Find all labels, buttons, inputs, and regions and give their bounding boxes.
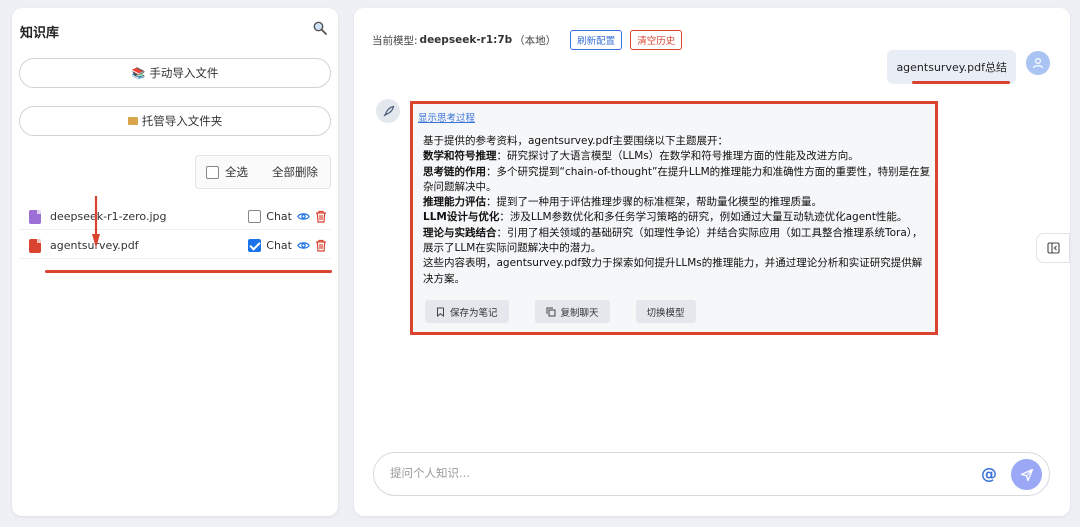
pdf-file-icon [29,238,41,253]
answer-conclusion: 这些内容表明，agentsurvey.pdf致力于探索如何提升LLMs的推理能力… [423,257,923,285]
answer-item: 理论与实践结合：引用了相关领域的基础研究（如理性争论）并结合实际应用（如工具整合… [423,226,923,255]
annotation-underline [45,270,332,273]
chat-checkbox[interactable] [248,210,262,223]
chat-input-bar: @ [373,452,1050,496]
knowledge-base-title: 知识库 [20,26,60,41]
file-name: agentsurvey.pdf [50,239,139,252]
annotation-underline [912,81,1010,84]
import-folder-button[interactable]: 托管导入文件夹 [19,106,331,136]
file-row[interactable]: agentsurvey.pdf Chat [19,233,331,259]
model-info: 当前模型: deepseek-r1:7b （本地） 刷新配置 清空历史 [372,30,683,50]
show-thinking-link[interactable]: 显示思考过程 [418,110,475,124]
import-files-button[interactable]: 📚 手动导入文件 [19,58,331,88]
model-suffix: （本地） [514,34,557,47]
select-all-label[interactable]: 全选 [225,164,248,180]
sidebar-toggle-icon [1046,242,1060,254]
chat-label: Chat [266,239,292,252]
collapse-panel-button[interactable] [1036,233,1070,263]
books-icon: 📚 [131,66,146,80]
mention-button[interactable]: @ [981,464,997,483]
answer-text: 基于提供的参考资料，agentsurvey.pdf主要围绕以下主题展开： 数学和… [423,134,931,287]
select-all-checkbox[interactable] [206,165,219,179]
delete-all-button[interactable]: 全部删除 [272,164,318,180]
refresh-config-button[interactable]: 刷新配置 [570,30,623,50]
bulk-actions: 全选 全部删除 [195,155,331,189]
answer-item: 数学和符号推理：研究探讨了大语言模型（LLMs）在数学和符号推理方面的性能及改进… [423,150,859,163]
import-files-label: 手动导入文件 [149,66,219,80]
copy-chat-button[interactable]: 复制聊天 [534,300,610,323]
eye-icon[interactable] [297,210,310,223]
image-file-icon [29,209,41,224]
answer-item: LLM设计与优化：涉及LLM参数优化和多任务学习策略的研究，例如通过大量互动轨迹… [423,211,908,224]
answer-item: 推理能力评估：提到了一种用于评估推理步骤的标准框架，帮助量化模型的推理质量。 [423,196,822,209]
user-message: agentsurvey.pdf总结 [887,50,1016,84]
annotation-arrow [92,196,100,248]
send-icon [1020,468,1033,481]
answer-card: 显示思考过程 基于提供的参考资料，agentsurvey.pdf主要围绕以下主题… [410,101,938,335]
answer-item: 思考链的作用：多个研究提到“chain-of-thought”在提升LLM的推理… [423,165,931,193]
search-icon[interactable] [312,20,328,36]
chat-panel: 当前模型: deepseek-r1:7b （本地） 刷新配置 清空历史 agen… [354,8,1070,516]
chat-checkbox[interactable] [248,239,262,252]
model-prefix: 当前模型: [372,34,418,47]
save-note-button[interactable]: 保存为笔记 [425,300,509,323]
answer-actions: 保存为笔记 复制聊天 切换模型 [425,300,696,323]
bookmark-icon [437,307,444,317]
rocket-icon [383,105,394,116]
user-avatar [1026,51,1050,75]
knowledge-base-panel: 知识库 📚 手动导入文件 托管导入文件夹 全选 全部删除 deepseek-r1… [12,8,338,516]
file-name: deepseek-r1-zero.jpg [50,210,167,223]
user-icon [1032,57,1044,69]
clear-history-button[interactable]: 清空历史 [630,30,683,50]
eye-icon[interactable] [297,239,310,252]
send-button[interactable] [1011,459,1042,490]
switch-model-button[interactable]: 切换模型 [635,300,696,323]
model-name: deepseek-r1:7b [419,34,513,46]
bot-avatar [376,99,400,123]
file-row[interactable]: deepseek-r1-zero.jpg Chat [19,204,331,230]
trash-icon[interactable] [315,239,327,252]
answer-intro: 基于提供的参考资料，agentsurvey.pdf主要围绕以下主题展开： [423,135,729,147]
import-folder-label: 托管导入文件夹 [141,114,223,128]
chat-label: Chat [266,210,292,223]
copy-icon [546,307,556,316]
chat-input[interactable] [390,466,970,480]
folder-icon [127,117,138,125]
trash-icon[interactable] [315,210,327,223]
